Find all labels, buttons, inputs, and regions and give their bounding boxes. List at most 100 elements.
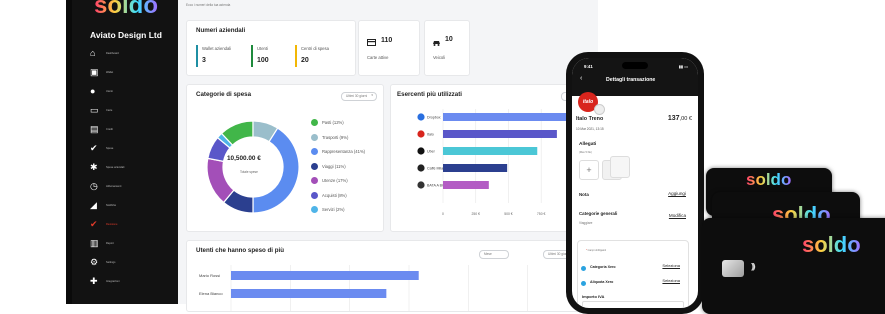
- select-categoria-button[interactable]: Seleziona: [662, 263, 680, 268]
- carte-card[interactable]: 110 Carte attive: [358, 20, 420, 76]
- sidebar-item-wallet[interactable]: ▣ Wallet: [90, 65, 170, 79]
- transaction-date: 10 Mar 2021, 13:15: [576, 127, 604, 131]
- amount-decimals: ,00 €: [679, 116, 692, 122]
- dynamic-island: [622, 62, 648, 69]
- xero-fields-box: * Campi obbligatori Categoria Xero Selez…: [577, 240, 689, 308]
- contactless-icon: )))): [751, 262, 755, 271]
- x-tick-label: 500 €: [504, 212, 513, 216]
- megaphone-icon: ◢: [90, 200, 97, 210]
- wallet-label: Wallet aziendali: [202, 46, 232, 51]
- sidebar-item-credit[interactable]: ▤ Credit: [90, 122, 170, 136]
- utenti-mese-dropdown[interactable]: Mese: [479, 250, 509, 259]
- pie-legend-item: Viaggi (11%): [311, 162, 346, 170]
- numeri-card: Numeri aziendali Wallet aziendali 3 Uten…: [186, 20, 356, 76]
- centri-label: Centri di spesa: [301, 46, 329, 51]
- puzzle-icon: ✚: [90, 276, 98, 286]
- sidebar-item-label: Dashboard: [106, 51, 119, 55]
- card-icon: ▭: [90, 105, 99, 115]
- category-icon: [311, 119, 318, 126]
- merchant-label: Italo: [427, 132, 434, 136]
- pie-legend-item: Utenze (17%): [311, 177, 348, 184]
- sidebar-item-carte[interactable]: ▭ Carte: [90, 103, 170, 117]
- checkmark-icon: ✔: [90, 219, 98, 229]
- sidebar-item-label: Carte: [106, 108, 113, 112]
- merchant-label: Dropbox: [427, 115, 441, 119]
- sidebar-item-report[interactable]: ▥ Report: [90, 236, 170, 250]
- donut-total-label: Totale spese: [240, 170, 258, 174]
- utenti-bar-chart: Mario Rossi Elena Bianco: [199, 265, 588, 311]
- pie-legend-item: Acquisti (8%): [311, 191, 347, 199]
- merchant-bar: [443, 147, 538, 155]
- pie-legend-item: Trasporti (9%): [311, 133, 349, 141]
- breadcrumb: Ecco i numeri della tua azienda: [186, 3, 231, 7]
- xero-icon: [581, 266, 586, 271]
- sidebar-item-revisione[interactable]: ✔ Revisione: [90, 217, 170, 231]
- pie-legend-label: Pasti (12%): [322, 120, 344, 125]
- sidebar-item-settings[interactable]: ⚙ Settings: [90, 255, 170, 269]
- back-arrow-icon[interactable]: ‹: [580, 75, 582, 82]
- merchant-logo-icon: [417, 181, 425, 189]
- x-tick-label: 750 €: [537, 212, 546, 216]
- check-list-icon: ✔: [90, 143, 98, 153]
- sidebar-item-notifiche[interactable]: ◢ Notifiche: [90, 198, 170, 212]
- attachment-thumbnail[interactable]: [610, 156, 630, 178]
- pie-legend-item: Rappresentanza (41%): [311, 148, 365, 155]
- add-attachment-button[interactable]: +: [579, 160, 599, 180]
- dropdown-label: Mese: [484, 252, 492, 256]
- category-icon: [311, 206, 318, 213]
- sidebar-item-label: Abbonamenti: [106, 184, 122, 188]
- amount-int: 137: [667, 115, 680, 122]
- pie-slice: [206, 157, 235, 204]
- pie-legend-label: Trasporti (9%): [322, 134, 349, 140]
- sidebar-item-spese[interactable]: ✔ Spese: [90, 141, 170, 155]
- pie-legend-label: Servizi (2%): [322, 207, 345, 212]
- bar-chart-icon: ▥: [90, 238, 99, 248]
- allegati-title: Allegati: [579, 142, 597, 147]
- sidebar-item-utenti[interactable]: ● Utenti: [90, 84, 170, 98]
- nota-label: Nota: [579, 192, 589, 197]
- edit-category-button[interactable]: Modifica: [669, 213, 686, 218]
- pie-legend-item: Servizi (2%): [311, 206, 345, 213]
- categorie-period-dropdown[interactable]: Ultimi 30 giorni ▾: [341, 92, 377, 101]
- merchant-label: Uber: [427, 149, 436, 153]
- merchant-bar: [443, 181, 489, 189]
- sidebar-item-abbonamenti[interactable]: ◷ Abbonamenti: [90, 179, 170, 193]
- sidebar-item-dashboard[interactable]: ⌂ Dashboard: [90, 46, 170, 60]
- numeri-bar-2: [295, 45, 297, 67]
- home-icon: ⌂: [90, 48, 96, 58]
- pie-legend-label: Acquisti (8%): [322, 192, 347, 198]
- user-bar: [231, 271, 419, 280]
- transaction-amount: 137,00 €: [668, 115, 692, 122]
- category-icon: [311, 177, 318, 184]
- credit-icon: ▤: [90, 124, 99, 134]
- donut-total: 10,500.00 €: [227, 155, 261, 162]
- select-aliquota-button[interactable]: Seleziona: [662, 278, 680, 283]
- numeri-bar-0: [196, 45, 198, 67]
- categorie-generali-label: Categorie generali: [579, 211, 618, 216]
- merchant-logo-icon: [417, 147, 425, 155]
- user-bar: [231, 289, 387, 298]
- sidebar-item-label: Spese: [106, 146, 114, 150]
- sidebar-item-label: Wallet: [106, 70, 114, 74]
- phone-screen: 9:41 ▮▮ ▭ ‹ Dettagli transazione italo I…: [572, 58, 698, 308]
- add-note-button[interactable]: Aggiungi: [668, 191, 686, 196]
- gear-icon: ✱: [90, 162, 98, 172]
- user-icon: ●: [90, 86, 96, 96]
- categorie-title: Categorie di spesa: [196, 91, 252, 98]
- category-icon: [311, 148, 318, 155]
- car-icon: [433, 41, 440, 46]
- sidebar-item-integrazioni[interactable]: ✚ Integrazioni: [90, 274, 170, 288]
- train-icon: [594, 104, 605, 115]
- veicoli-label: Veicoli: [433, 55, 446, 60]
- utenti-label: Utenti: [257, 46, 268, 51]
- sidebar-item-spese-aziendali[interactable]: ✱ Spese aziendali: [90, 160, 170, 174]
- sidebar-item-label: Integrazioni: [106, 279, 120, 283]
- wallet-icon: ▣: [90, 67, 99, 77]
- merchant-logo-icon: [417, 113, 425, 121]
- carte-label: Carte attive: [367, 55, 389, 60]
- aliquota-xero-label: Aliquota Xero: [590, 280, 614, 284]
- utenti-value: 100: [257, 57, 269, 64]
- pie-legend-item: Pasti (12%): [311, 119, 344, 126]
- importo-iva-input[interactable]: [582, 301, 684, 308]
- veicoli-card[interactable]: 10 Veicoli: [424, 20, 470, 76]
